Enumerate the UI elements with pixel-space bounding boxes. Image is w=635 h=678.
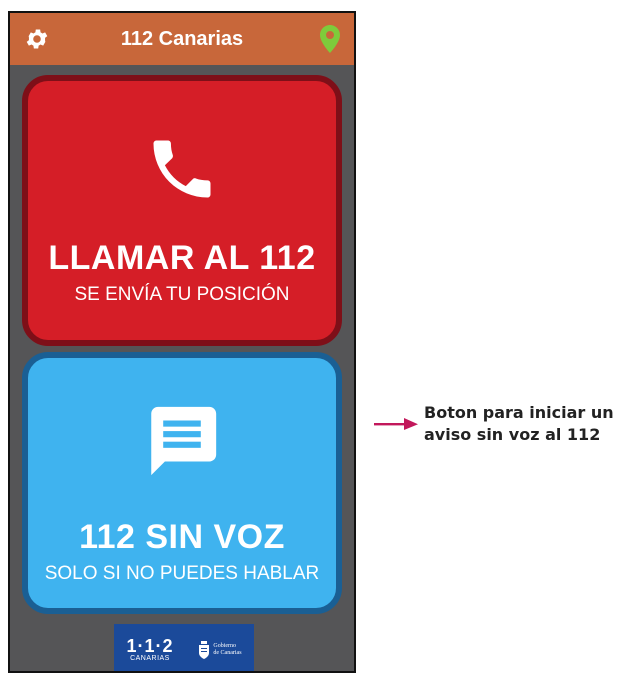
annotation-line-1: Boton para iniciar un xyxy=(424,403,614,422)
annotation-text: Boton para iniciar un aviso sin voz al 1… xyxy=(424,402,614,446)
annotation-callout: Boton para iniciar un aviso sin voz al 1… xyxy=(374,396,635,452)
logo-gobierno-canarias: Gobierno de Canarias xyxy=(198,640,242,659)
no-voice-button[interactable]: 112 SIN VOZ SOLO SI NO PUEDES HABLAR xyxy=(22,352,342,614)
call-button-subtitle: SE ENVÍA TU POSICIÓN xyxy=(74,284,290,305)
location-pin-icon[interactable] xyxy=(320,25,340,53)
logo-112-canarias: 1·1·2 CANARIAS xyxy=(126,637,173,662)
app-title: 112 Canarias xyxy=(120,27,244,50)
arrow-right-icon xyxy=(374,418,418,430)
annotation-line-2: aviso sin voz al 112 xyxy=(424,425,601,444)
call-112-button[interactable]: LLAMAR AL 112 SE ENVÍA TU POSICIÓN xyxy=(22,75,342,346)
gobierno-line-2: de Canarias xyxy=(213,649,242,656)
app-header: 112 Canarias xyxy=(10,13,354,65)
phone-screen: 112 Canarias LLAMAR AL 112 SE ENVÍA TU P… xyxy=(8,11,356,673)
call-button-title: LLAMAR AL 112 xyxy=(48,239,316,277)
gear-icon[interactable] xyxy=(24,26,50,52)
gobierno-line-1: Gobierno xyxy=(213,642,237,649)
no-voice-button-title: 112 SIN VOZ xyxy=(79,518,285,556)
no-voice-button-subtitle: SOLO SI NO PUEDES HABLAR xyxy=(44,563,320,584)
chat-message-icon xyxy=(151,406,217,476)
phone-icon xyxy=(153,140,211,198)
coat-of-arms-icon xyxy=(199,640,210,659)
logo-112-number: 1·1·2 xyxy=(126,636,174,656)
logo-112-subtitle: CANARIAS xyxy=(130,655,170,662)
footer-logos: 1·1·2 CANARIAS Gobierno de Canarias xyxy=(114,624,254,671)
